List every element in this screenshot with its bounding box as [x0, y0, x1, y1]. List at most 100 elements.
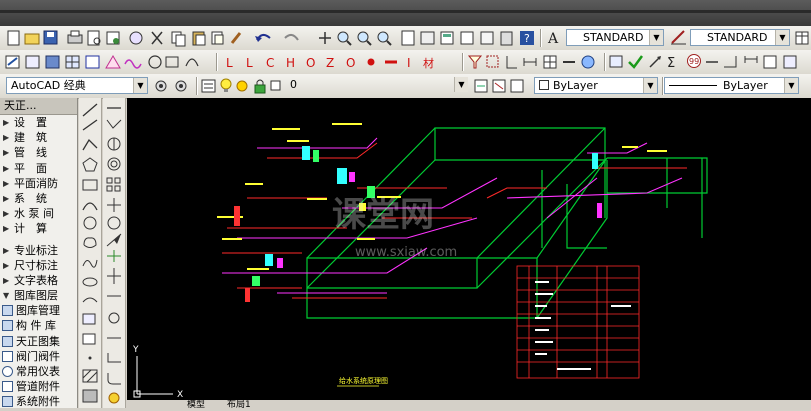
ellipse-arc-icon	[82, 297, 98, 303]
wave-icon	[124, 59, 142, 69]
title-bar	[0, 0, 811, 26]
watermark-text: 课堂网	[332, 195, 434, 235]
dim-style-icon[interactable]	[669, 26, 689, 50]
layer-color-swatch-icon	[270, 80, 281, 91]
linetype-value: ByLayer	[723, 79, 768, 92]
menu-item-label: 计 算	[14, 222, 47, 236]
menu-item-architecture[interactable]: ▶ 建 筑	[0, 130, 77, 145]
svg-text:L: L	[246, 56, 253, 70]
filter-icon	[467, 55, 483, 69]
menu-item-annotation[interactable]: ▶ 专业标注	[0, 243, 77, 258]
triangle-right-icon: ▶	[3, 245, 10, 255]
tab-model[interactable]: 模型	[187, 397, 205, 408]
menu-item-pipe-fittings[interactable]: 管道附件	[0, 379, 77, 394]
menu-item-calculation[interactable]: ▶ 计 算	[0, 221, 77, 236]
trim-icon	[107, 268, 121, 284]
line-type-quick-buttons[interactable]: L L C H O Z O I 材	[222, 50, 462, 74]
layer-manager-icon	[5, 55, 20, 69]
print-preview-icon	[87, 30, 101, 46]
linetype-sample-icon	[669, 85, 717, 86]
menu-item-library-layer[interactable]: ▼ 图库图层	[0, 288, 77, 303]
menu-item-pump-room[interactable]: ▶ 水 泵 间	[0, 206, 77, 221]
menu-item-label: 设 置	[14, 116, 47, 129]
mirror-icon	[107, 137, 121, 151]
connect-icon	[523, 58, 537, 66]
menu-item-label: 天正图集	[16, 334, 60, 348]
lightbulb-icon	[220, 78, 232, 92]
chevron-down-icon: ▼	[784, 78, 798, 93]
layer-select[interactable]: 0 ▼	[286, 77, 468, 94]
menu-item-pipeline[interactable]: ▶ 管 线	[0, 145, 77, 160]
dim-edit-icon	[783, 55, 797, 69]
drawing-canvas[interactable]: 课堂网 www.sxiaw.com 给水系统原理图 Y X 模型 布局1	[127, 98, 811, 408]
menu-item-plan[interactable]: ▶ 平 面	[0, 161, 77, 176]
menu-item-label: 专业标注	[14, 243, 58, 257]
svg-text:材: 材	[423, 56, 434, 70]
offset-icon	[107, 157, 121, 171]
markup-icon	[480, 31, 494, 45]
triangle-down-icon: ▼	[3, 291, 10, 301]
make-current-icon	[474, 79, 488, 93]
menu-item-library-manager[interactable]: 图库管理	[0, 303, 77, 318]
panel-header[interactable]: 天正...	[0, 98, 77, 115]
dim-align-icon	[763, 55, 777, 69]
polyline-icon	[82, 138, 98, 151]
calculator-icon	[500, 31, 513, 46]
text-style-select[interactable]: STANDARD ▼	[566, 29, 664, 46]
color-swatch-icon	[539, 80, 549, 90]
text-style-value: STANDARD	[583, 31, 644, 44]
menu-item-dimension[interactable]: ▶ 尺寸标注	[0, 258, 77, 273]
ucs-y-label: Y	[132, 345, 139, 355]
triangle-right-icon: ▶	[3, 275, 10, 285]
point-icon	[88, 356, 92, 360]
triangle-right-icon: ▶	[3, 224, 10, 234]
menu-item-system[interactable]: ▶ 系 统	[0, 191, 77, 206]
color-value: ByLayer	[553, 79, 598, 92]
menu-item-label: 图库管理	[16, 304, 60, 318]
dim-linear-icon	[744, 56, 758, 63]
new-file-icon	[7, 30, 20, 46]
menu-item-label: 管道附件	[16, 380, 60, 394]
layer-properties-icon	[201, 79, 216, 93]
workspace-select[interactable]: AutoCAD 经典 ▼	[6, 77, 148, 94]
paste-icon	[192, 31, 206, 46]
menu-item-tianzheng-atlas[interactable]: 天正图集	[0, 334, 77, 349]
drawing-title: 给水系统原理图	[339, 376, 388, 385]
menu-item-label: 平面消防	[14, 176, 58, 190]
menu-item-settings[interactable]: ▶ 设 置	[0, 115, 77, 130]
triangle-right-icon: ▶	[3, 148, 10, 158]
modify-toolbar	[103, 98, 126, 408]
library-icon	[2, 305, 13, 317]
menu-item-component-library[interactable]: 构 件 库	[0, 318, 77, 333]
menu-item-plan-fire[interactable]: ▶ 平面消防	[0, 176, 77, 191]
svg-text:O: O	[306, 56, 315, 70]
triangle-right-icon: ▶	[3, 260, 10, 270]
menu-item-system-fittings[interactable]: 系统附件	[0, 394, 77, 409]
chamfer-icon	[107, 353, 121, 363]
tianzheng-screen-menu: 天正... ▶ 设 置 ▶ 建 筑 ▶ 管 线 ▶ 平 面 ▶ 平面消防 ▶ 系 统 ▶ 水 …	[0, 98, 78, 408]
table-style-icon[interactable]	[793, 26, 811, 50]
menu-item-label: 图库图层	[14, 289, 58, 303]
display-icon	[609, 55, 623, 68]
move-icon	[107, 198, 121, 212]
color-select[interactable]: ByLayer ▼	[534, 77, 658, 94]
workspace-value: AutoCAD 经典	[11, 79, 86, 92]
gradient-icon	[82, 389, 98, 403]
triangle-right-icon: ▶	[3, 193, 10, 203]
tab-layout1[interactable]: 布局1	[227, 397, 251, 408]
polygon-icon	[82, 157, 98, 172]
grid-icon	[543, 55, 557, 69]
dim-style-select[interactable]: STANDARD ▼	[690, 29, 790, 46]
menu-item-label: 尺寸标注	[14, 258, 58, 272]
menu-item-valves[interactable]: 阀门阀件	[0, 349, 77, 364]
linetype-select[interactable]: ByLayer ▼	[664, 77, 799, 94]
menu-item-label: 系统附件	[16, 395, 60, 409]
instrument-icon	[2, 366, 13, 377]
menu-item-label: 常用仪表	[16, 365, 60, 378]
menu-item-text-table[interactable]: ▶ 文字表格	[0, 273, 77, 288]
array-icon	[106, 177, 121, 192]
ellipse-icon	[82, 277, 98, 287]
vector-icon	[649, 56, 661, 68]
menu-item-instruments[interactable]: 常用仪表	[0, 364, 77, 379]
text-style-icon[interactable]: A	[546, 26, 564, 50]
